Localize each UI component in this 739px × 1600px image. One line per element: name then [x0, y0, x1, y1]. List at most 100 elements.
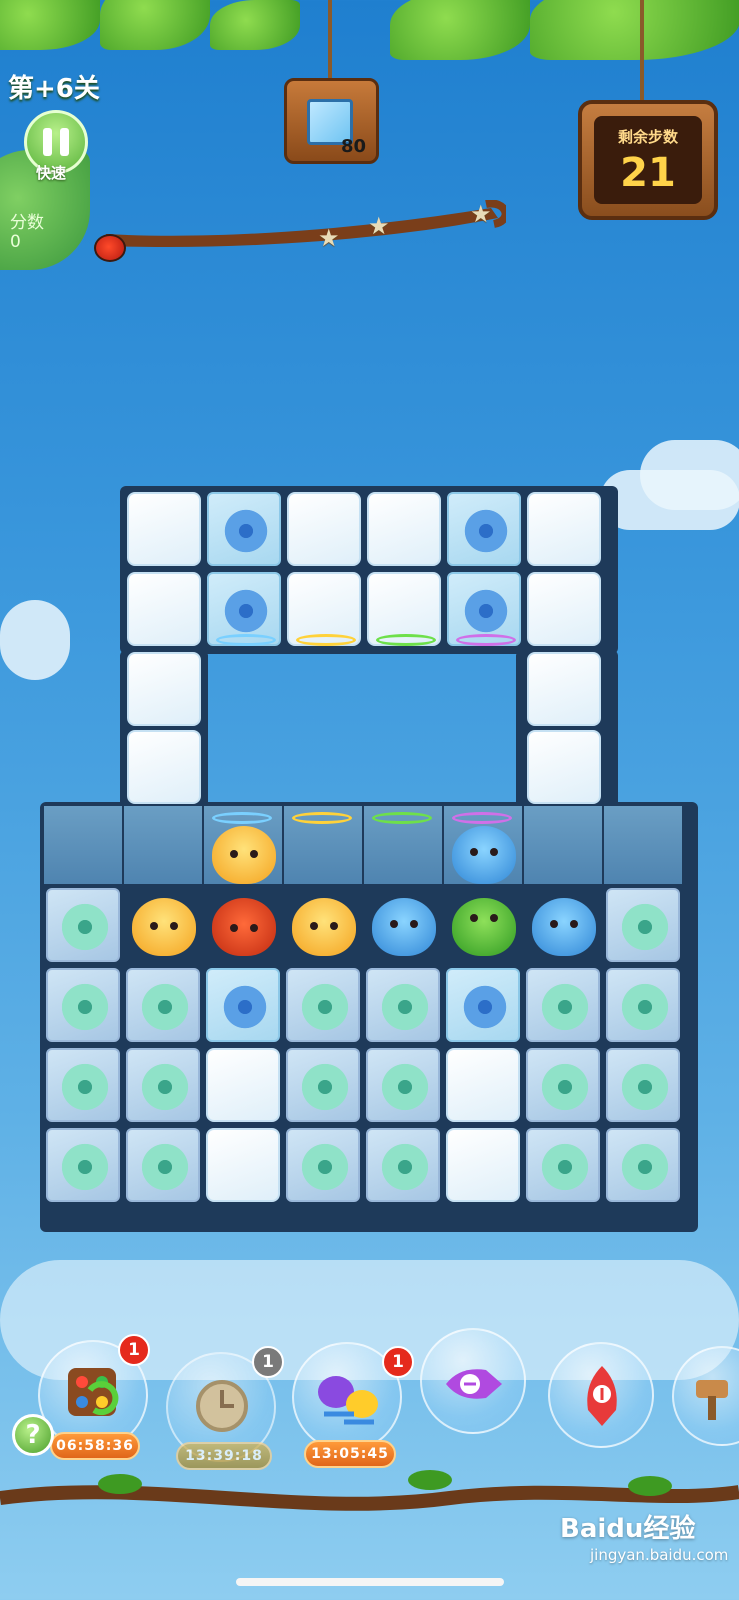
green-flower-tile[interactable] — [46, 888, 120, 962]
swap-icon — [318, 1376, 378, 1425]
score-value: 0 — [10, 232, 21, 252]
watermark-brand: Baidu经验 — [560, 1514, 696, 1544]
water-cell[interactable] — [44, 806, 122, 884]
green-flower-tile[interactable] — [46, 968, 120, 1042]
leaf-cluster — [0, 0, 100, 50]
green-flower-tile[interactable] — [286, 1128, 360, 1202]
ice-tile[interactable] — [127, 492, 201, 566]
leaf-cluster — [210, 0, 300, 50]
green-flower-tile[interactable] — [366, 968, 440, 1042]
ice-tile[interactable] — [287, 492, 361, 566]
blue-hippo-piece[interactable] — [372, 898, 436, 956]
blue-flower-tile[interactable] — [447, 492, 521, 566]
home-indicator[interactable] — [236, 1578, 504, 1586]
score-progress-branch — [106, 200, 506, 247]
ice-tile[interactable] — [127, 730, 201, 804]
star-icon: ★ — [368, 212, 390, 240]
blue-flower-tile[interactable] — [446, 968, 520, 1042]
ice-tile[interactable] — [527, 730, 601, 804]
watermark-url: jingyan.baidu.com — [590, 1546, 729, 1564]
ice-tile[interactable] — [367, 492, 441, 566]
rope — [328, 0, 332, 82]
water-cell[interactable] — [604, 806, 682, 884]
leaf-cluster — [390, 0, 530, 60]
vertical-rocket-booster-button[interactable] — [548, 1342, 654, 1448]
blue-flower-tile[interactable] — [207, 492, 281, 566]
yellow-chick-piece[interactable] — [212, 826, 276, 884]
portal-ring-green — [376, 634, 436, 646]
pause-label: 快速 — [36, 164, 67, 182]
ice-tile[interactable] — [206, 1048, 280, 1122]
yellow-chick-piece[interactable] — [132, 898, 196, 956]
star-icon: ★ — [470, 200, 492, 228]
swap-count-badge: 1 — [382, 1346, 414, 1378]
green-flower-tile[interactable] — [366, 1048, 440, 1122]
green-flower-tile[interactable] — [526, 1128, 600, 1202]
moves-title: 剩余步数 — [617, 128, 678, 146]
moves-value: 21 — [620, 150, 676, 196]
horizontal-rocket-icon — [446, 1369, 502, 1399]
star-icon: ★ — [318, 224, 340, 252]
clock-timer: 13:39:18 — [176, 1442, 272, 1470]
leaf-cluster — [100, 0, 210, 50]
ice-tile[interactable] — [527, 652, 601, 726]
hammer-icon — [696, 1380, 728, 1420]
green-flower-tile[interactable] — [526, 1048, 600, 1122]
ice-tile[interactable] — [527, 492, 601, 566]
level-label: 第+6关 — [8, 74, 100, 104]
portal-ring-purple — [452, 812, 512, 824]
ice-tile[interactable] — [446, 1128, 520, 1202]
ice-tile[interactable] — [446, 1048, 520, 1122]
ice-tile[interactable] — [206, 1128, 280, 1202]
clock-count-badge: 1 — [252, 1346, 284, 1378]
ice-tile[interactable] — [127, 652, 201, 726]
water-cell[interactable] — [524, 806, 602, 884]
green-flower-tile[interactable] — [126, 1128, 200, 1202]
yellow-chick-piece[interactable] — [292, 898, 356, 956]
pause-icon — [43, 128, 52, 156]
portal-ring-purple — [456, 634, 516, 646]
portal-ring-yellow — [292, 812, 352, 824]
green-flower-tile[interactable] — [286, 968, 360, 1042]
portal-ring-green — [372, 812, 432, 824]
cloud — [600, 470, 739, 530]
shuffle-icon — [68, 1368, 119, 1416]
swap-timer: 13:05:45 — [304, 1440, 396, 1468]
green-flower-tile[interactable] — [126, 1048, 200, 1122]
green-flower-tile[interactable] — [526, 968, 600, 1042]
portal-ring-yellow — [296, 634, 356, 646]
blue-hippo-piece[interactable] — [452, 826, 516, 884]
shuffle-timer: 06:58:36 — [50, 1432, 140, 1460]
rope — [640, 0, 644, 104]
green-flower-tile[interactable] — [46, 1048, 120, 1122]
green-flower-tile[interactable] — [606, 888, 680, 962]
moves-sign: 剩余步数 21 — [578, 100, 718, 220]
green-flower-tile[interactable] — [366, 1128, 440, 1202]
help-button[interactable]: ? — [12, 1414, 54, 1456]
vertical-rocket-icon — [587, 1366, 617, 1426]
red-fox-piece[interactable] — [212, 898, 276, 956]
ice-tile[interactable] — [527, 572, 601, 646]
horizontal-rocket-booster-button[interactable] — [420, 1328, 526, 1434]
blue-hippo-piece[interactable] — [532, 898, 596, 956]
ladybug-progress-marker — [94, 234, 126, 262]
portal-ring-blue — [212, 812, 272, 824]
shuffle-count-badge: 1 — [118, 1334, 150, 1366]
water-cell[interactable] — [124, 806, 202, 884]
leaf-cluster — [530, 0, 739, 60]
blue-flower-tile[interactable] — [206, 968, 280, 1042]
cloud — [0, 600, 70, 680]
green-flower-tile[interactable] — [46, 1128, 120, 1202]
green-flower-tile[interactable] — [606, 968, 680, 1042]
green-flower-tile[interactable] — [606, 1048, 680, 1122]
score-label: 分数 — [10, 213, 44, 233]
green-frog-piece[interactable] — [452, 898, 516, 956]
goal-sign: 80 — [284, 78, 379, 164]
green-flower-tile[interactable] — [286, 1048, 360, 1122]
ice-tile[interactable] — [127, 572, 201, 646]
portal-ring-blue — [216, 634, 276, 646]
green-flower-tile[interactable] — [606, 1128, 680, 1202]
green-flower-tile[interactable] — [126, 968, 200, 1042]
goal-count: 80 — [340, 136, 366, 157]
clock-icon — [196, 1380, 248, 1432]
